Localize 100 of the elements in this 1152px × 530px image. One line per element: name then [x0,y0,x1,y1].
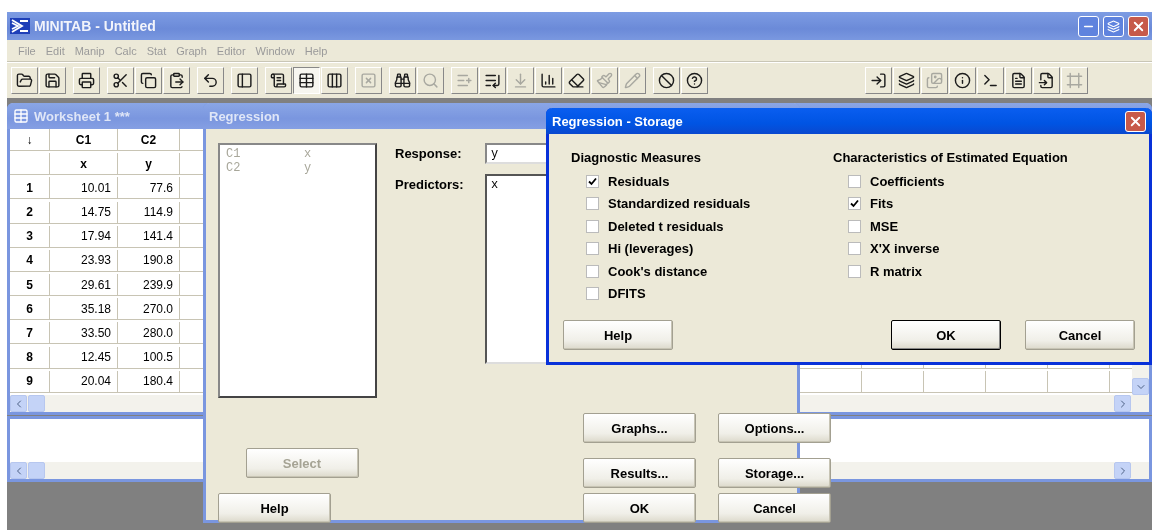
eraser-icon [568,72,585,89]
undo-icon [202,72,219,89]
dialog-button[interactable]: Storage... [718,458,831,488]
checkbox[interactable] [848,174,861,188]
checkbox-label[interactable]: DFITS [608,286,646,302]
checkbox[interactable] [586,264,599,278]
folder-icon [16,72,33,89]
table-icon [13,108,29,124]
checkbox-label[interactable]: R matrix [870,263,923,279]
checkbox-label[interactable]: Coefficients [870,173,945,189]
dialog-button[interactable]: Graphs... [583,413,696,443]
checkbox-label[interactable]: Cook's distance [608,263,708,279]
checkbox[interactable] [586,197,599,211]
restore-button[interactable] [1103,15,1124,37]
file-input-icon [1038,72,1055,89]
dialog-title: Regression - Storage [552,113,683,129]
cancel-button[interactable]: Cancel [718,493,831,523]
help-button[interactable]: Help [218,493,331,523]
checkbox-label[interactable]: Hi (leverages) [608,241,694,257]
column-name[interactable]: x [50,153,118,176]
checkbox-label[interactable]: MSE [870,218,899,234]
table-cell [1048,370,1110,393]
checkbox[interactable] [586,219,599,233]
dialog-button[interactable]: OK [891,320,1001,350]
checkbox-label[interactable]: X'X inverse [870,241,940,257]
window-title: MINITAB - Untitled [34,18,157,34]
ok-button[interactable]: OK [583,493,696,523]
table-cell: 270.0 [118,298,180,321]
checkbox[interactable] [586,287,599,301]
table-icon [298,72,315,89]
printer-icon [78,72,95,89]
help-icon [686,72,703,89]
field-label: Response: [395,145,463,163]
bar-chart-icon [540,72,557,89]
logo-icon [10,18,30,34]
prompt-icon [982,72,999,89]
checkbox-label[interactable]: Fits [870,196,894,212]
column-name[interactable]: y [118,153,180,176]
arrow-in-icon [870,72,887,89]
column-header[interactable]: C1 [50,129,118,151]
arrow-down-icon [512,72,529,89]
info-icon [954,72,971,89]
table-cell: 141.4 [118,225,180,248]
row-number: 8 [10,346,50,369]
columns-icon [326,72,343,89]
panel-icon [236,72,253,89]
dialog-button[interactable]: Cancel [1025,320,1135,350]
checkbox-label[interactable]: Standardized residuals [608,196,751,212]
list-end-icon [484,72,501,89]
table-cell [862,370,924,393]
copy-icon [140,72,157,89]
close-button[interactable] [1125,110,1146,132]
dialog-title: Regression [209,108,280,124]
checkbox[interactable] [586,174,599,188]
table-cell: 280.0 [118,322,180,345]
table-cell: 20.04 [50,370,118,393]
checkbox-label[interactable]: Residuals [608,173,670,189]
row-number: 2 [10,201,50,224]
row-number: 6 [10,298,50,321]
checkbox[interactable] [848,242,861,256]
table-cell: 23.93 [50,249,118,272]
document-icon [1010,72,1027,89]
table-cell: 180.4 [118,370,180,393]
crossed-square-icon [360,72,377,89]
table-cell: 33.50 [50,322,118,345]
column-header[interactable]: C2 [118,129,180,151]
checkbox-label[interactable]: Deleted t residuals [608,218,724,234]
minimize-button[interactable] [1078,15,1099,37]
window-title: Worksheet 1 *** [34,108,130,124]
table-cell: 239.9 [118,274,180,297]
checkbox[interactable] [848,197,861,211]
table-cell: 35.18 [50,298,118,321]
table-cell: 190.8 [118,249,180,272]
table-cell: 10.01 [50,177,118,200]
toolbar-button[interactable] [293,67,320,94]
row-number: 4 [10,249,50,272]
table-cell: 114.9 [118,201,180,224]
checkbox[interactable] [586,242,599,256]
paste-icon [168,72,185,89]
ban-icon [658,72,675,89]
pencil-icon [624,72,641,89]
group-title: Characteristics of Estimated Equation [833,150,1069,165]
checkbox[interactable] [848,264,861,278]
list-plus-icon [456,72,473,89]
close-button[interactable] [1128,15,1149,37]
checkbox[interactable] [848,219,861,233]
table-cell: 12.45 [50,346,118,369]
binoculars-icon [394,72,411,89]
stacked-windows-icon [898,72,915,89]
column-header: ↓ [10,129,50,151]
table-cell: 100.5 [118,346,180,369]
dialog-button[interactable]: Results... [583,458,696,488]
scroll-thumb[interactable] [28,395,45,412]
search-icon [422,72,439,89]
scroll-thumb[interactable] [28,462,45,479]
dialog-button[interactable]: Options... [718,413,831,443]
table-cell: 14.75 [50,201,118,224]
row-number: 5 [10,274,50,297]
dialog-button[interactable]: Help [563,320,673,350]
row-number: 1 [10,177,50,200]
